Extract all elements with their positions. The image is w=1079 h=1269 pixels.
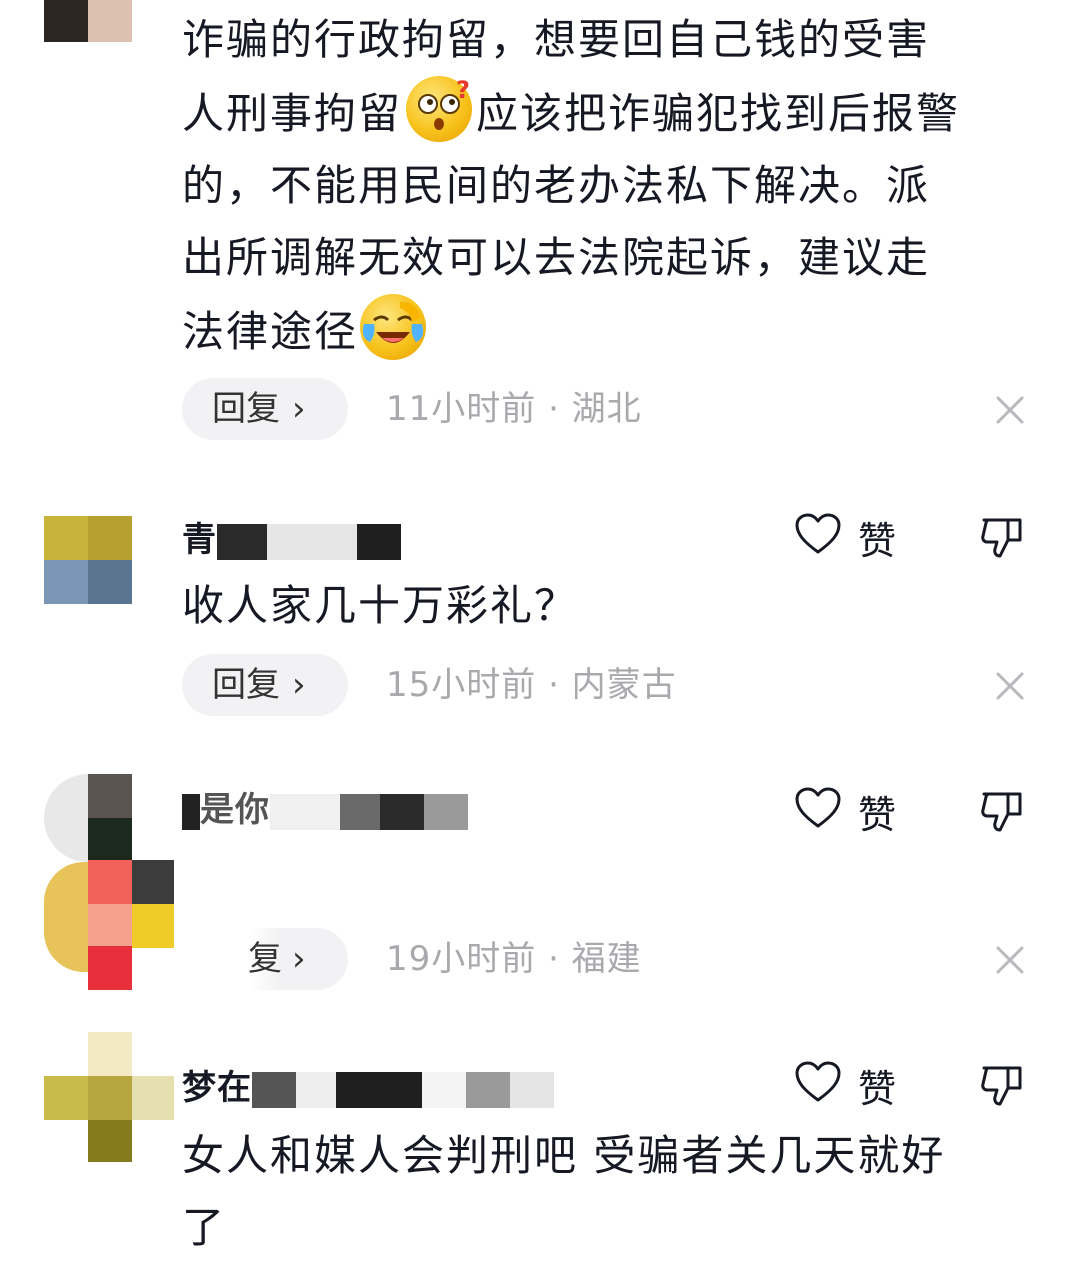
redacted-block	[267, 523, 357, 560]
reply-button[interactable]: 回复 ›	[182, 654, 348, 716]
reply-button[interactable]: 复 ›	[182, 928, 348, 990]
thumbs-down-icon[interactable]	[978, 512, 1026, 560]
comment-text-line: 法律途径	[182, 294, 1042, 368]
chevron-right-icon: ›	[292, 939, 306, 979]
redacted-block	[466, 1071, 510, 1108]
like-label: 赞	[858, 793, 897, 837]
close-icon[interactable]	[990, 940, 1030, 980]
comment-text-line: 人刑事拘留 ? 应该把诈骗犯找到后报警	[182, 76, 1042, 150]
redacted-block	[270, 793, 340, 830]
redacted-block	[217, 523, 267, 560]
comment-text-line: 诈骗的行政拘留，想要回自己钱的受害	[182, 15, 931, 64]
like-button[interactable]: 赞	[794, 510, 904, 563]
redacted-block	[296, 1071, 336, 1108]
like-button[interactable]: 赞	[794, 1058, 904, 1111]
comment-meta: 19小时前 · 福建	[386, 939, 642, 979]
close-icon[interactable]	[990, 666, 1030, 706]
redacted-block	[252, 1071, 296, 1108]
redacted-block	[380, 793, 424, 830]
reply-button[interactable]: 回复 ›	[182, 378, 348, 440]
redacted-block	[340, 793, 380, 830]
like-label: 赞	[858, 519, 897, 563]
redacted-block	[336, 1071, 422, 1108]
laughing-crying-face-emoji-icon	[360, 294, 427, 360]
close-icon[interactable]	[990, 390, 1030, 430]
avatar[interactable]	[44, 0, 132, 42]
confused-face-emoji-icon: ?	[406, 76, 473, 142]
reply-label: 回复	[212, 389, 280, 429]
comment-meta: 15小时前 · 内蒙古	[386, 665, 677, 705]
thumbs-down-icon[interactable]	[978, 1060, 1026, 1108]
chevron-right-icon: ›	[292, 389, 306, 429]
redacted-block	[510, 1071, 554, 1108]
avatar[interactable]	[44, 1032, 174, 1162]
reply-label: 回复	[212, 665, 280, 705]
comment-text-line: 女人和媒人会判刑吧 受骗者关几天就好	[182, 1131, 946, 1180]
chevron-right-icon: ›	[292, 665, 306, 705]
redacted-block	[422, 1071, 466, 1108]
comment-text: 诈骗的行政拘留，想要回自己钱的受害 人刑事拘留 ? 应该把诈骗犯找到后报警 的，…	[182, 4, 1042, 368]
like-button[interactable]: 赞	[794, 784, 904, 837]
redacted-block	[424, 793, 468, 830]
like-label: 赞	[858, 1067, 897, 1111]
redacted-block	[357, 523, 401, 560]
comment-text-line: 了	[182, 1203, 227, 1252]
username[interactable]: 青	[182, 512, 401, 561]
svg-text:?: ?	[456, 76, 472, 104]
comment-text: 女人和媒人会判刑吧 受骗者关几天就好 了	[182, 1120, 1042, 1264]
avatar[interactable]	[44, 516, 132, 604]
comment-text-line: 的，不能用民间的老办法私下解决。派	[182, 161, 931, 210]
thumbs-down-icon[interactable]	[978, 786, 1026, 834]
username[interactable]: 是你	[182, 782, 468, 831]
redacted-block	[182, 793, 200, 830]
avatar[interactable]	[44, 774, 174, 990]
heart-outline-icon	[795, 787, 841, 828]
comment-meta: 11小时前 · 湖北	[386, 389, 642, 429]
heart-outline-icon	[795, 1061, 841, 1102]
username[interactable]: 梦在	[182, 1060, 554, 1109]
comment-text-line: 出所调解无效可以去法院起诉，建议走	[182, 233, 931, 282]
heart-outline-icon	[795, 513, 841, 554]
reply-label: 复	[248, 939, 282, 979]
comment-text: 收人家几十万彩礼？	[182, 581, 579, 630]
